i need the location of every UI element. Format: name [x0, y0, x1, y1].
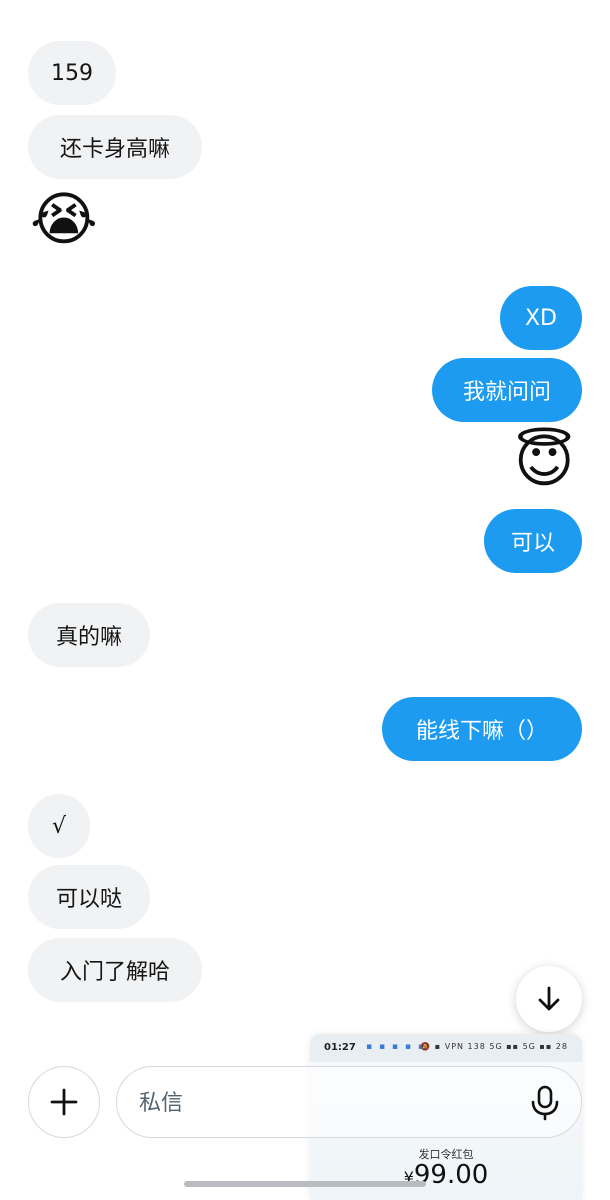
thumbnail-status-bar: 01:27 ▪ ▪ ▪ ▪ ▪ 🔕 ▪ VPN 138 5G ▪▪ 5G ▪▪ …: [310, 1034, 582, 1062]
message-outgoing[interactable]: XD: [500, 286, 582, 350]
voice-button[interactable]: [525, 1083, 565, 1123]
home-indicator[interactable]: [184, 1181, 426, 1187]
smiling-face-with-halo-icon[interactable]: 😇: [514, 432, 574, 490]
message-input-container: [116, 1066, 582, 1139]
message-outgoing[interactable]: 能线下嘛（）: [382, 697, 582, 761]
message-incoming[interactable]: 还卡身高嘛: [28, 115, 202, 179]
add-button[interactable]: [28, 1066, 100, 1138]
message-incoming[interactable]: 159: [28, 41, 116, 105]
scroll-to-bottom-button[interactable]: [516, 966, 582, 1032]
message-incoming[interactable]: 入门了解哈: [28, 938, 202, 1002]
thumbnail-signal-icons: 🔕 ▪ VPN 138 5G ▪▪ 5G ▪▪ 28: [420, 1042, 568, 1051]
message-incoming[interactable]: √: [28, 794, 90, 858]
arrow-down-icon: [538, 986, 560, 1011]
loudly-crying-face-icon[interactable]: 😭: [30, 190, 98, 248]
message-input[interactable]: [137, 1067, 511, 1139]
message-incoming[interactable]: 真的嘛: [28, 603, 150, 667]
message-incoming[interactable]: 可以哒: [28, 865, 150, 929]
microphone-icon: [531, 1085, 559, 1121]
thumbnail-app-icons: ▪ ▪ ▪ ▪ ▪: [366, 1042, 426, 1052]
thumbnail-time: 01:27: [324, 1042, 356, 1053]
message-outgoing[interactable]: 我就问问: [432, 358, 582, 422]
plus-icon: [50, 1088, 78, 1116]
message-outgoing[interactable]: 可以: [484, 509, 582, 573]
message-thread: 159 还卡身高嘛 😭 XD 我就问问 😇 可以 真的嘛 能线下嘛（） √ 可以…: [0, 0, 610, 1200]
